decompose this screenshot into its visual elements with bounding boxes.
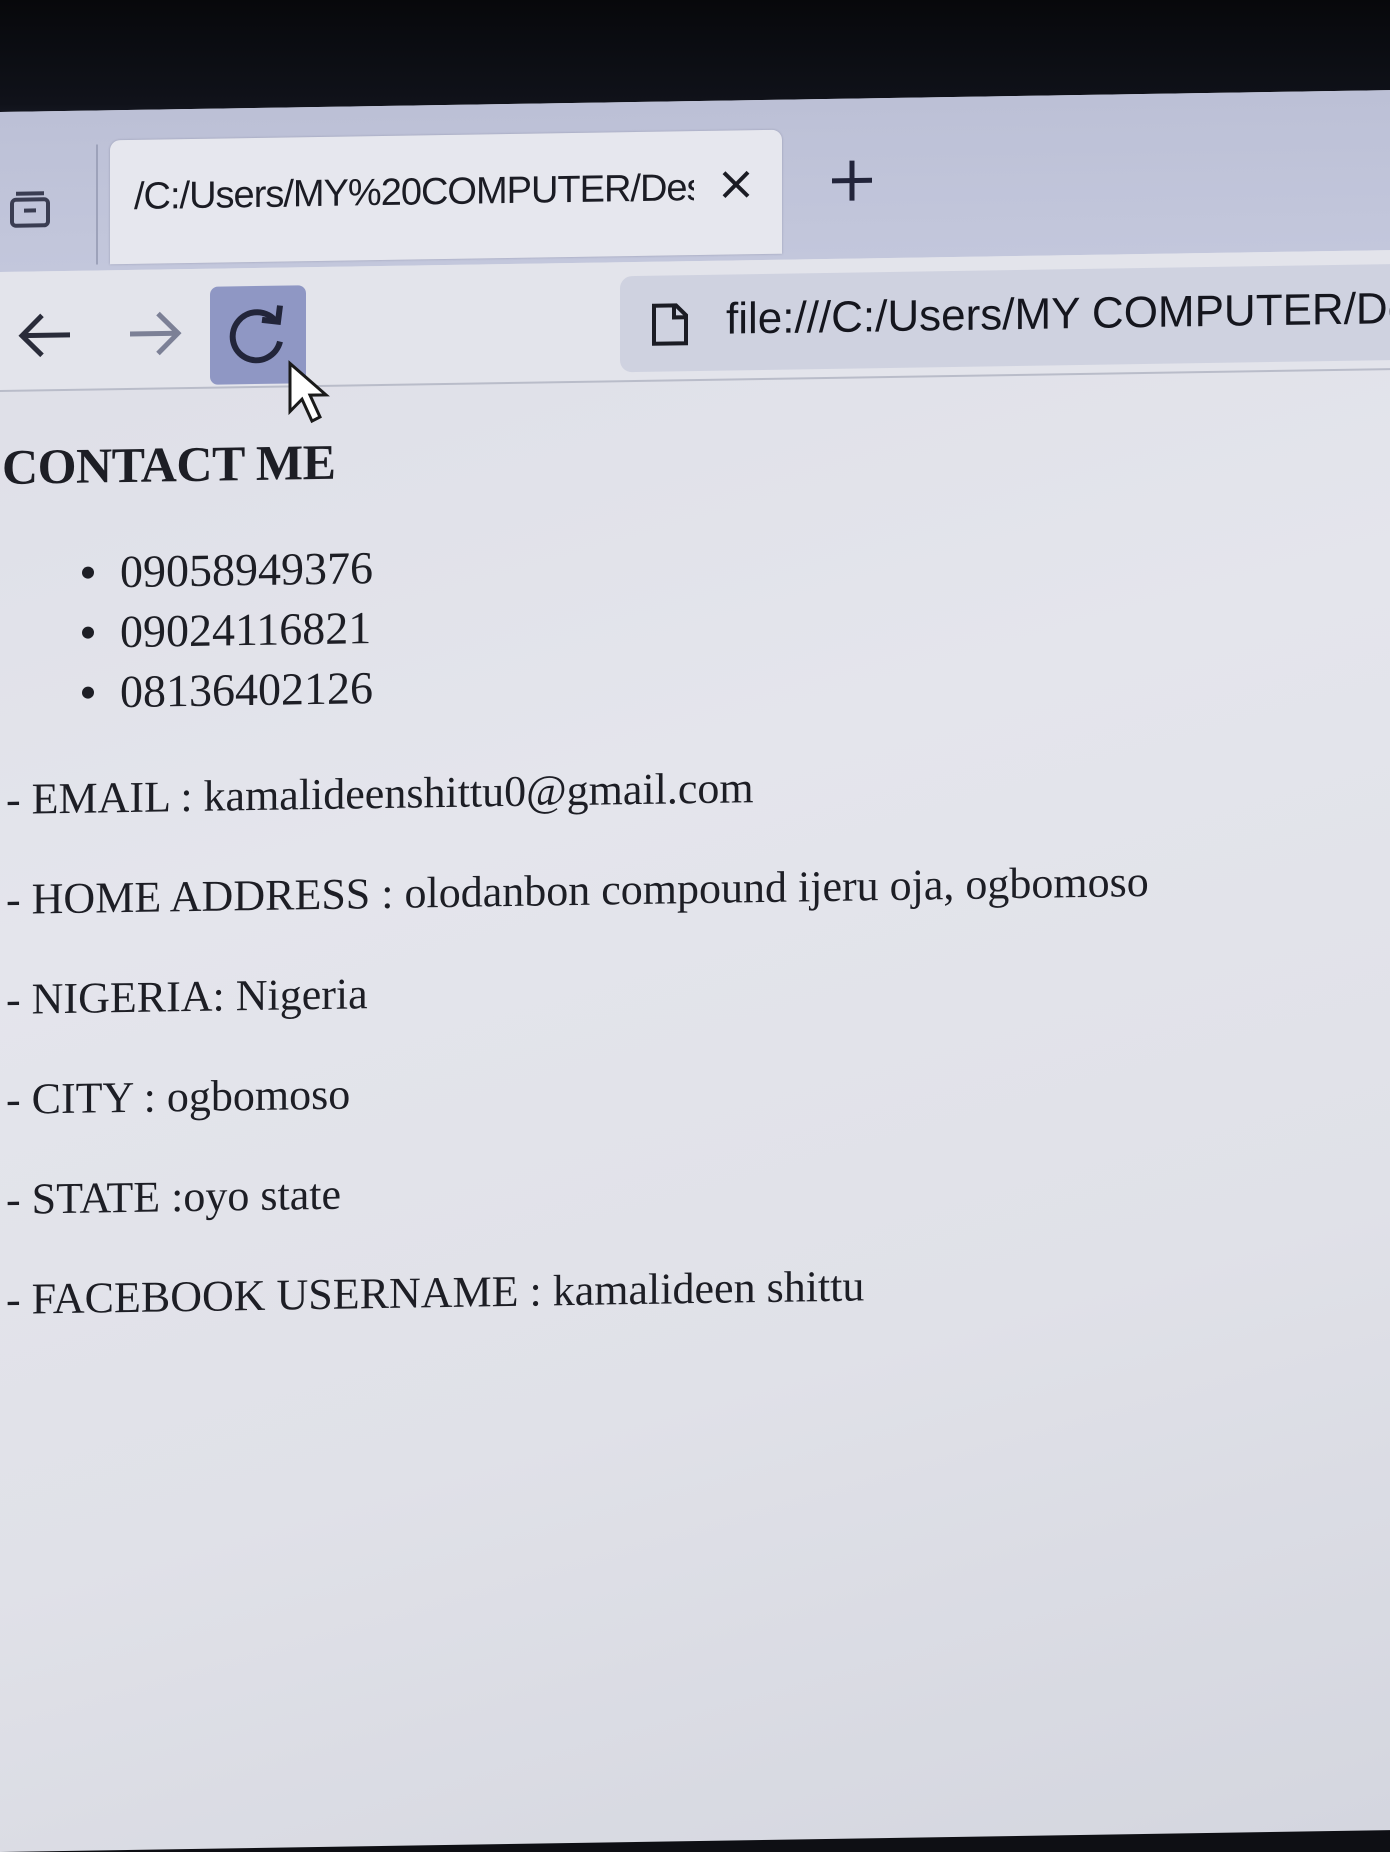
facebook-username-line: - FACEBOOK USERNAME : kamalideen shittu [6, 1261, 865, 1324]
url-text: file:///C:/Users/MY COMPUTER/De [726, 283, 1390, 344]
page-content: CONTACT ME 09058949376 09024116821 08136… [0, 372, 1390, 1794]
phone-item: 08136402126 [116, 658, 373, 722]
email-line: - EMAIL : kamalideenshittu0@gmail.com [6, 763, 754, 824]
browser-window: /C:/Users/MY%20COMPUTER/Deskt file:///C:… [0, 90, 1390, 1852]
back-button[interactable] [8, 295, 88, 376]
state-line: - STATE :oyo state [6, 1169, 341, 1224]
country-line: - NIGERIA: Nigeria [6, 969, 368, 1024]
tab-manager-icon[interactable] [8, 189, 52, 230]
address-bar[interactable]: file:///C:/Users/MY COMPUTER/De [620, 263, 1390, 373]
tab-strip: /C:/Users/MY%20COMPUTER/Deskt [0, 90, 1390, 272]
active-tab[interactable]: /C:/Users/MY%20COMPUTER/Deskt [110, 129, 782, 265]
tab-divider [96, 144, 98, 265]
home-address-line: - HOME ADDRESS : olodanbon compound ijer… [6, 856, 1149, 924]
page-icon [652, 303, 688, 346]
tab-title: /C:/Users/MY%20COMPUTER/Deskt [134, 167, 694, 218]
page-heading: CONTACT ME [2, 433, 336, 495]
phone-item: 09024116821 [116, 598, 373, 662]
city-line: - CITY : ogbomoso [6, 1069, 351, 1124]
phone-item: 09058949376 [116, 538, 373, 602]
arrow-left-icon [18, 313, 70, 358]
close-icon[interactable] [716, 164, 756, 205]
phone-list: 09058949376 09024116821 08136402126 [116, 538, 373, 722]
forward-button[interactable] [112, 293, 192, 374]
navigation-toolbar: file:///C:/Users/MY COMPUTER/De [0, 250, 1390, 392]
plus-icon[interactable] [826, 154, 878, 207]
arrow-right-icon [130, 311, 182, 356]
